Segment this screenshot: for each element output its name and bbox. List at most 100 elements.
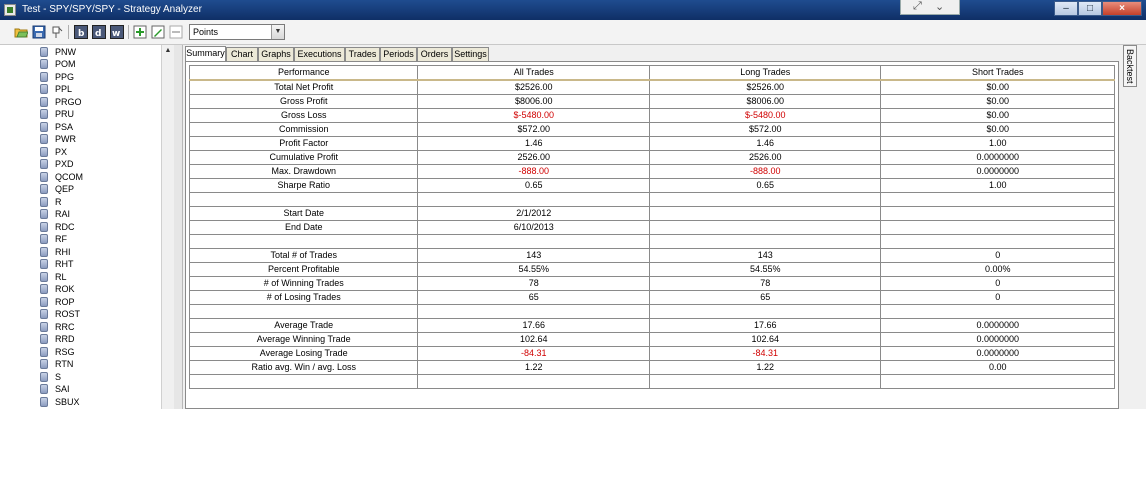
symbol-label: PRGO	[55, 96, 82, 107]
list-item[interactable]: ROK	[40, 283, 75, 296]
tab-periods[interactable]: Periods	[380, 47, 417, 61]
list-item[interactable]: S	[40, 370, 61, 383]
table-cell: $8006.00	[648, 94, 882, 109]
maximize-button[interactable]: □	[1078, 1, 1102, 16]
table-cell: $8006.00	[417, 94, 650, 109]
table-cell	[880, 220, 1115, 235]
pin-icon[interactable]	[50, 25, 64, 39]
remove-icon[interactable]	[169, 25, 183, 39]
symbol-label: PX	[55, 146, 68, 157]
table-cell: Total Net Profit	[188, 79, 419, 95]
table-cell: 0.0000000	[880, 332, 1115, 347]
table-cell: $572.00	[648, 122, 882, 137]
symbol-label: S	[55, 371, 62, 382]
list-item[interactable]: QCOM	[40, 170, 83, 183]
tab-orders[interactable]: Orders	[417, 47, 452, 61]
chevron-down-icon[interactable]: ▼	[271, 25, 284, 39]
column-header: Performance	[188, 65, 419, 81]
table-cell: 102.64	[417, 332, 650, 347]
list-item[interactable]: RHT	[40, 258, 74, 271]
tab-settings[interactable]: Settings	[452, 47, 489, 61]
list-item[interactable]: RHI	[40, 245, 71, 258]
panel-splitter[interactable]	[174, 45, 183, 409]
list-item[interactable]: PNW	[40, 45, 76, 58]
list-item[interactable]: ROP	[40, 295, 75, 308]
table-row: End Date 6/10/2013	[188, 220, 1115, 235]
table-cell	[188, 304, 419, 319]
svg-text:b: b	[78, 29, 85, 39]
list-item[interactable]: QEP	[40, 183, 74, 196]
table-cell: -84.31	[417, 346, 650, 361]
symbol-label: RTN	[55, 359, 74, 369]
table-cell	[648, 234, 882, 249]
table-cell: Sharpe Ratio	[188, 178, 419, 193]
minimize-button[interactable]: –	[1054, 1, 1078, 16]
table-cell: 0.00	[880, 360, 1115, 375]
database-icon	[40, 296, 48, 307]
table-cell: # of Winning Trades	[188, 276, 419, 291]
tab-graphs[interactable]: Graphs	[258, 47, 294, 61]
list-item[interactable]: RSG	[40, 345, 75, 358]
list-item[interactable]: PXD	[40, 158, 74, 171]
open-icon[interactable]	[14, 25, 29, 39]
list-item[interactable]: PRU	[40, 108, 74, 121]
table-cell: 2526.00	[648, 150, 882, 165]
display-unit-select[interactable]: Points ▼	[189, 24, 285, 40]
table-row: # of Winning Trades 78 78 0	[188, 276, 1115, 291]
list-item[interactable]: RAI	[40, 208, 70, 221]
table-row: Cumulative Profit 2526.00 2526.00 0.0000000	[188, 150, 1115, 165]
list-item[interactable]: PPG	[40, 70, 74, 83]
table-cell	[648, 206, 882, 221]
add-icon[interactable]	[133, 25, 147, 39]
tab-trades[interactable]: Trades	[345, 47, 380, 61]
list-item[interactable]: RRC	[40, 320, 75, 333]
table-cell: End Date	[188, 220, 419, 235]
list-item[interactable]: RTN	[40, 358, 73, 371]
d-icon[interactable]: d	[92, 25, 106, 39]
list-item[interactable]: PX	[40, 145, 67, 158]
w-icon[interactable]: w	[110, 25, 124, 39]
symbol-label: RRC	[55, 321, 75, 332]
list-item[interactable]: RDC	[40, 220, 75, 233]
list-item[interactable]: PPL	[40, 83, 72, 96]
table-cell: -84.31	[648, 346, 882, 361]
snap-controls[interactable]: ⤢ ⌄	[900, 0, 960, 15]
database-icon	[40, 121, 48, 132]
instrument-list-scrollbar[interactable]: ▲	[161, 45, 174, 409]
list-item[interactable]: ROST	[40, 308, 80, 321]
database-icon	[40, 96, 48, 107]
table-cell: $-5480.00	[648, 108, 882, 123]
table-cell	[648, 220, 882, 235]
list-item[interactable]: SAI	[40, 383, 70, 396]
tab-executions[interactable]: Executions	[294, 47, 345, 61]
edit-icon[interactable]	[151, 25, 165, 39]
list-item[interactable]: RF	[40, 233, 67, 246]
symbol-label: PNW	[55, 46, 76, 57]
tab-summary[interactable]: Summary	[185, 46, 226, 61]
list-item[interactable]: POM	[40, 58, 76, 71]
table-cell	[880, 206, 1115, 221]
b-icon[interactable]: b	[74, 25, 88, 39]
backtest-side-tab[interactable]: Backtest	[1123, 45, 1137, 87]
close-button[interactable]: ×	[1102, 1, 1142, 16]
table-cell: Start Date	[188, 206, 419, 221]
table-cell: 17.66	[417, 318, 650, 333]
expand-icon[interactable]: ⤢	[913, 0, 922, 13]
database-icon	[40, 334, 48, 344]
list-item[interactable]: PRGO	[40, 95, 82, 108]
tab-chart[interactable]: Chart	[226, 47, 258, 61]
symbol-label: QCOM	[55, 171, 83, 182]
table-cell: Gross Loss	[188, 108, 419, 123]
scroll-up-icon[interactable]: ▲	[162, 45, 174, 57]
list-item[interactable]: RRD	[40, 333, 75, 346]
chevron-down-icon[interactable]: ⌄	[935, 0, 944, 13]
save-icon[interactable]	[32, 25, 46, 39]
list-item[interactable]: R	[40, 195, 62, 208]
list-item[interactable]: RL	[40, 270, 67, 283]
list-item[interactable]: SBUX	[40, 395, 80, 408]
list-item[interactable]: PSA	[40, 120, 73, 133]
table-cell: 0.00%	[880, 262, 1115, 277]
list-item[interactable]: PWR	[40, 133, 76, 146]
database-icon	[40, 259, 48, 269]
database-icon	[40, 196, 48, 207]
